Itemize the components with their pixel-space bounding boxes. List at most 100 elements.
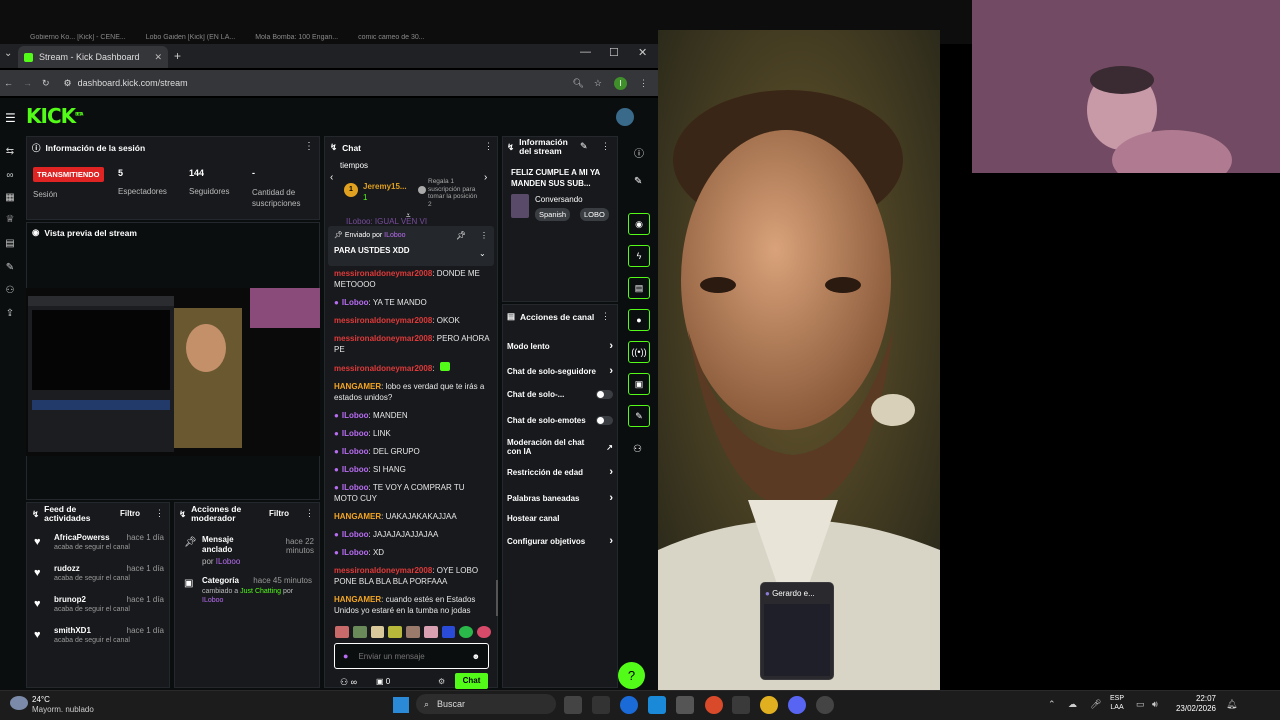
chrome-icon[interactable] — [760, 696, 778, 714]
bookmark-star-icon[interactable]: ☆ — [594, 78, 602, 89]
channel-action-8[interactable]: Configurar objetivos › — [507, 535, 613, 547]
prev-arrow-icon[interactable]: ‹ — [330, 172, 333, 183]
discord-icon[interactable] — [788, 696, 806, 714]
calculator-icon[interactable] — [732, 696, 750, 714]
feed-user[interactable]: brunop2 — [54, 595, 86, 604]
chat-username[interactable]: ILoboo — [342, 530, 369, 539]
user-avatar[interactable] — [616, 108, 634, 126]
close-window-button[interactable]: ✕ — [638, 46, 647, 59]
users-icon[interactable]: ⚇ — [3, 285, 17, 297]
chat-message-input[interactable] — [358, 651, 459, 661]
feed-user[interactable]: smithXD1 — [54, 626, 91, 635]
mod-item-user[interactable]: ILoboo — [216, 557, 240, 566]
mic-tray-icon[interactable]: 🎤︎ — [1090, 699, 1101, 710]
info-circle-icon[interactable]: ⓘ — [634, 145, 644, 160]
analytics-icon[interactable]: ▦ — [3, 192, 17, 204]
chat-settings-icon[interactable]: ⚙ — [438, 677, 445, 686]
feed-menu-icon[interactable]: ⋮ — [155, 508, 164, 519]
chat-username[interactable]: ILoboo — [342, 298, 369, 307]
layers-icon[interactable]: ▣ — [628, 373, 650, 395]
menu-icon[interactable]: ⋮ — [639, 78, 648, 89]
top-gifter-name[interactable]: Jeremy15... — [363, 182, 407, 191]
language-indicator[interactable]: ESP LAA — [1110, 694, 1124, 712]
address-bar[interactable]: ← → ↻ ⚙ dashboard.kick.com/stream 🔍︎ ☆ I … — [0, 70, 658, 96]
channel-action-4[interactable]: Moderación del chat con IA ↗ — [507, 438, 613, 456]
taskbar-search[interactable]: ⌕ Buscar — [416, 694, 556, 714]
forward-icon[interactable]: → — [23, 78, 32, 88]
pencil-icon[interactable]: ✎ — [634, 176, 642, 187]
chat-username[interactable]: messironaldoneymar2008 — [334, 364, 432, 373]
channel-menu-icon[interactable]: ⋮ — [601, 311, 610, 322]
channel-action-5[interactable]: Restricción de edad › — [507, 466, 613, 478]
chat-username[interactable]: ILoboo — [342, 429, 369, 438]
channel-action-3[interactable]: Chat de solo-emotes — [507, 416, 613, 425]
close-tab-icon[interactable]: ✕ — [154, 52, 162, 63]
tag-chip[interactable]: LOBO — [580, 208, 609, 221]
kick-logo[interactable]: KICKBETA — [26, 104, 83, 128]
profile-avatar[interactable]: I — [614, 76, 627, 90]
session-menu-icon[interactable]: ⋮ — [304, 141, 314, 152]
chat-username[interactable]: ILoboo — [342, 411, 369, 420]
points-icon[interactable]: ⚇ ∞ — [340, 677, 357, 688]
network-icon[interactable]: ▭ — [1136, 699, 1145, 710]
mod-filter-button[interactable]: Filtro — [269, 509, 289, 518]
layout-icon[interactable]: ▤ — [3, 238, 17, 250]
new-tab-button[interactable]: + — [174, 49, 181, 63]
back-icon[interactable]: ← — [4, 78, 13, 88]
gift-cta[interactable]: Regala 1 suscripción para tomar la posic… — [428, 178, 478, 208]
active-tab[interactable]: Stream - Kick Dashboard ✕ — [18, 46, 168, 68]
site-info-icon[interactable]: ⚙ — [64, 78, 72, 89]
notes-icon[interactable]: ▤ — [628, 277, 650, 299]
bolt-icon[interactable]: ϟ — [628, 245, 650, 267]
windows-start-icon[interactable] — [393, 697, 409, 713]
stream-preview-video[interactable] — [26, 288, 320, 456]
broadcast-icon[interactable]: ((•)) — [628, 341, 650, 363]
emoji-icon[interactable]: ☻ — [472, 652, 480, 661]
hamburger-menu-icon[interactable]: ☰ — [5, 111, 16, 125]
background-tabs[interactable]: Gobierno Ko... [Kick] - CENE... Lobo Gaid… — [30, 34, 650, 44]
app-icon[interactable] — [592, 696, 610, 714]
next-arrow-icon[interactable]: › — [484, 172, 487, 183]
tab-list-icon[interactable]: ⌄ — [4, 48, 12, 59]
preview-toggle-icon[interactable]: ◉ — [628, 213, 650, 235]
minimize-button[interactable]: — — [580, 46, 591, 58]
weather-temp[interactable]: 24°C — [32, 695, 50, 704]
tag-chip[interactable]: Spanish — [535, 208, 571, 221]
maximize-button[interactable]: ☐ — [609, 46, 619, 59]
edge-icon[interactable] — [620, 696, 638, 714]
mod-menu-icon[interactable]: ⋮ — [305, 508, 314, 519]
tools-icon[interactable]: ✎ — [3, 262, 17, 274]
sub-icon[interactable]: ▣ 0 — [376, 677, 390, 686]
chat-menu-icon[interactable]: ⋮ — [484, 141, 493, 152]
tray-app-icon[interactable]: ☁ — [1068, 699, 1077, 710]
store-icon[interactable] — [676, 696, 694, 714]
community-icon[interactable]: ⚇ — [633, 444, 642, 455]
chat-username[interactable]: ILoboo — [342, 548, 369, 557]
tray-chevron-icon[interactable]: ⌃ — [1048, 699, 1056, 710]
notifications-icon[interactable]: 🔔︎ — [1226, 699, 1237, 710]
chat-username[interactable]: messironaldoneymar2008 — [334, 334, 432, 343]
link-icon[interactable]: ∞ — [3, 170, 17, 182]
expand-chevron-icon[interactable]: ⌄ — [479, 249, 486, 258]
task-view-icon[interactable] — [564, 696, 582, 714]
stream-category[interactable]: Conversando — [535, 195, 583, 204]
zoom-icon[interactable]: 🔍︎ — [572, 78, 583, 89]
pinned-menu-icon[interactable]: ⋮ — [480, 231, 488, 240]
trophy-icon[interactable]: ♕ — [3, 214, 17, 226]
chat-username[interactable]: ILoboo — [342, 483, 369, 492]
chat-username[interactable]: HANGAMER — [334, 512, 381, 521]
volume-icon[interactable]: 🔊︎ — [1152, 699, 1158, 710]
chat-username[interactable]: HANGAMER — [334, 382, 381, 391]
app-icon[interactable] — [648, 696, 666, 714]
weather-desc[interactable]: Mayorm. nublado — [32, 705, 94, 714]
toggle-switch[interactable] — [595, 390, 613, 399]
chat-username[interactable]: ILoboo — [342, 447, 369, 456]
wrench-icon[interactable]: ✎ — [628, 405, 650, 427]
chat-input-box[interactable]: ● ☻ — [334, 643, 489, 669]
feed-user[interactable]: AfricaPowerss — [54, 533, 110, 542]
channel-action-6[interactable]: Palabras baneadas › — [507, 492, 613, 504]
edit-icon[interactable]: ✎ — [580, 141, 588, 152]
chat-username[interactable]: ILoboo — [342, 465, 369, 474]
toggle-switch[interactable] — [595, 416, 613, 425]
chat-bubble-icon[interactable]: ● — [628, 309, 650, 331]
